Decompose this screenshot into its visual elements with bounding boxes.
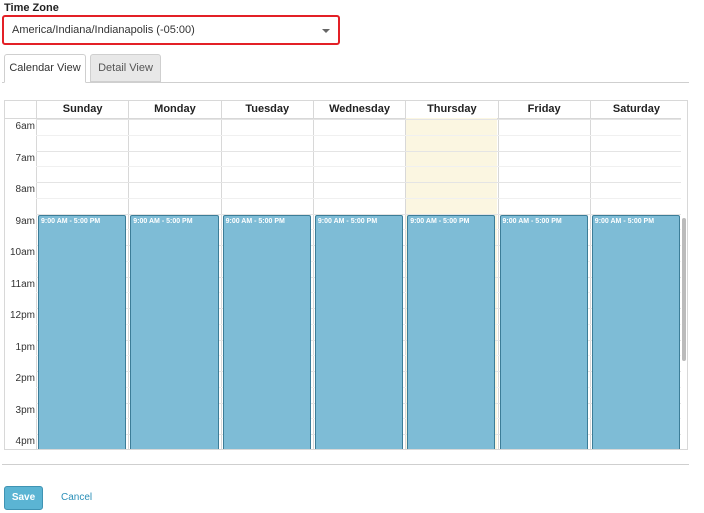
hour-label: 4pm bbox=[15, 436, 35, 447]
hour-label: 2pm bbox=[15, 373, 35, 384]
event-time-label: 9:00 AM - 5:00 PM bbox=[594, 217, 655, 225]
view-tabs: Calendar View Detail View bbox=[2, 54, 689, 83]
chevron-down-icon bbox=[322, 29, 330, 33]
event-block-friday[interactable]: 9:00 AM - 5:00 PM bbox=[499, 214, 588, 449]
day-header-sunday: Sunday bbox=[36, 101, 128, 118]
column-divider bbox=[36, 118, 37, 449]
event-block-sunday[interactable]: 9:00 AM - 5:00 PM bbox=[38, 214, 127, 449]
hour-label: 12pm bbox=[9, 310, 35, 321]
divider bbox=[2, 464, 689, 465]
half-hour-line bbox=[36, 166, 682, 168]
event-block-tuesday[interactable]: 9:00 AM - 5:00 PM bbox=[222, 214, 311, 449]
time-zone-label: Time Zone bbox=[4, 2, 59, 14]
day-header-monday: Monday bbox=[128, 101, 220, 118]
time-zone-value: America/Indiana/Indianapolis (-05:00) bbox=[12, 24, 195, 36]
column-divider bbox=[312, 118, 314, 449]
event-block-thursday[interactable]: 9:00 AM - 5:00 PM bbox=[407, 214, 496, 449]
column-divider bbox=[589, 118, 591, 449]
event-time-label: 9:00 AM - 5:00 PM bbox=[317, 217, 378, 225]
hour-line bbox=[36, 119, 682, 120]
calendar-scrollbar[interactable] bbox=[681, 118, 687, 449]
half-hour-line bbox=[36, 134, 682, 136]
day-header-saturday: Saturday bbox=[589, 101, 682, 118]
hour-label: 9am bbox=[15, 215, 35, 227]
tab-detail-view[interactable]: Detail View bbox=[90, 54, 161, 82]
calendar-header: Sunday Monday Tuesday Wednesday Thursday Frid… bbox=[5, 101, 687, 119]
hour-label: 6am bbox=[15, 121, 35, 132]
day-header-thursday: Thursday bbox=[405, 101, 497, 118]
column-divider bbox=[405, 118, 407, 449]
column-divider bbox=[497, 118, 499, 449]
week-calendar: Sunday Monday Tuesday Wednesday Thursday Frid… bbox=[4, 100, 688, 450]
hour-label: 3pm bbox=[15, 404, 35, 416]
event-time-label: 9:00 AM - 5:00 PM bbox=[133, 217, 193, 225]
hour-label: 7am bbox=[15, 152, 35, 164]
hour-label: 11am bbox=[10, 278, 35, 290]
cancel-link[interactable]: Cancel bbox=[61, 492, 92, 503]
column-divider bbox=[128, 118, 130, 449]
event-block-saturday[interactable]: 9:00 AM - 5:00 PM bbox=[591, 214, 681, 449]
event-time-label: 9:00 AM - 5:00 PM bbox=[502, 217, 562, 225]
event-block-monday[interactable]: 9:00 AM - 5:00 PM bbox=[130, 214, 219, 449]
hour-label: 8am bbox=[15, 184, 35, 195]
save-button[interactable]: Save bbox=[4, 486, 43, 510]
day-header-friday: Friday bbox=[497, 101, 590, 118]
time-zone-select[interactable]: America/Indiana/Indianapolis (-05:00) bbox=[2, 15, 340, 45]
tab-calendar-view[interactable]: Calendar View bbox=[4, 54, 86, 83]
scrollbar-thumb[interactable] bbox=[682, 218, 686, 361]
column-divider bbox=[220, 118, 222, 449]
half-hour-line bbox=[36, 197, 682, 199]
event-block-wednesday[interactable]: 9:00 AM - 5:00 PM bbox=[314, 214, 404, 449]
day-header-tuesday: Tuesday bbox=[220, 101, 313, 118]
hour-line bbox=[36, 182, 682, 183]
hour-label: 1pm bbox=[15, 341, 35, 353]
event-time-label: 9:00 AM - 5:00 PM bbox=[225, 217, 285, 225]
hour-label: 10am bbox=[9, 247, 35, 258]
day-header-wednesday: Wednesday bbox=[312, 101, 405, 118]
event-time-label: 9:00 AM - 5:00 PM bbox=[410, 217, 470, 225]
hour-line bbox=[36, 150, 682, 152]
event-time-label: 9:00 AM - 5:00 PM bbox=[41, 217, 101, 225]
